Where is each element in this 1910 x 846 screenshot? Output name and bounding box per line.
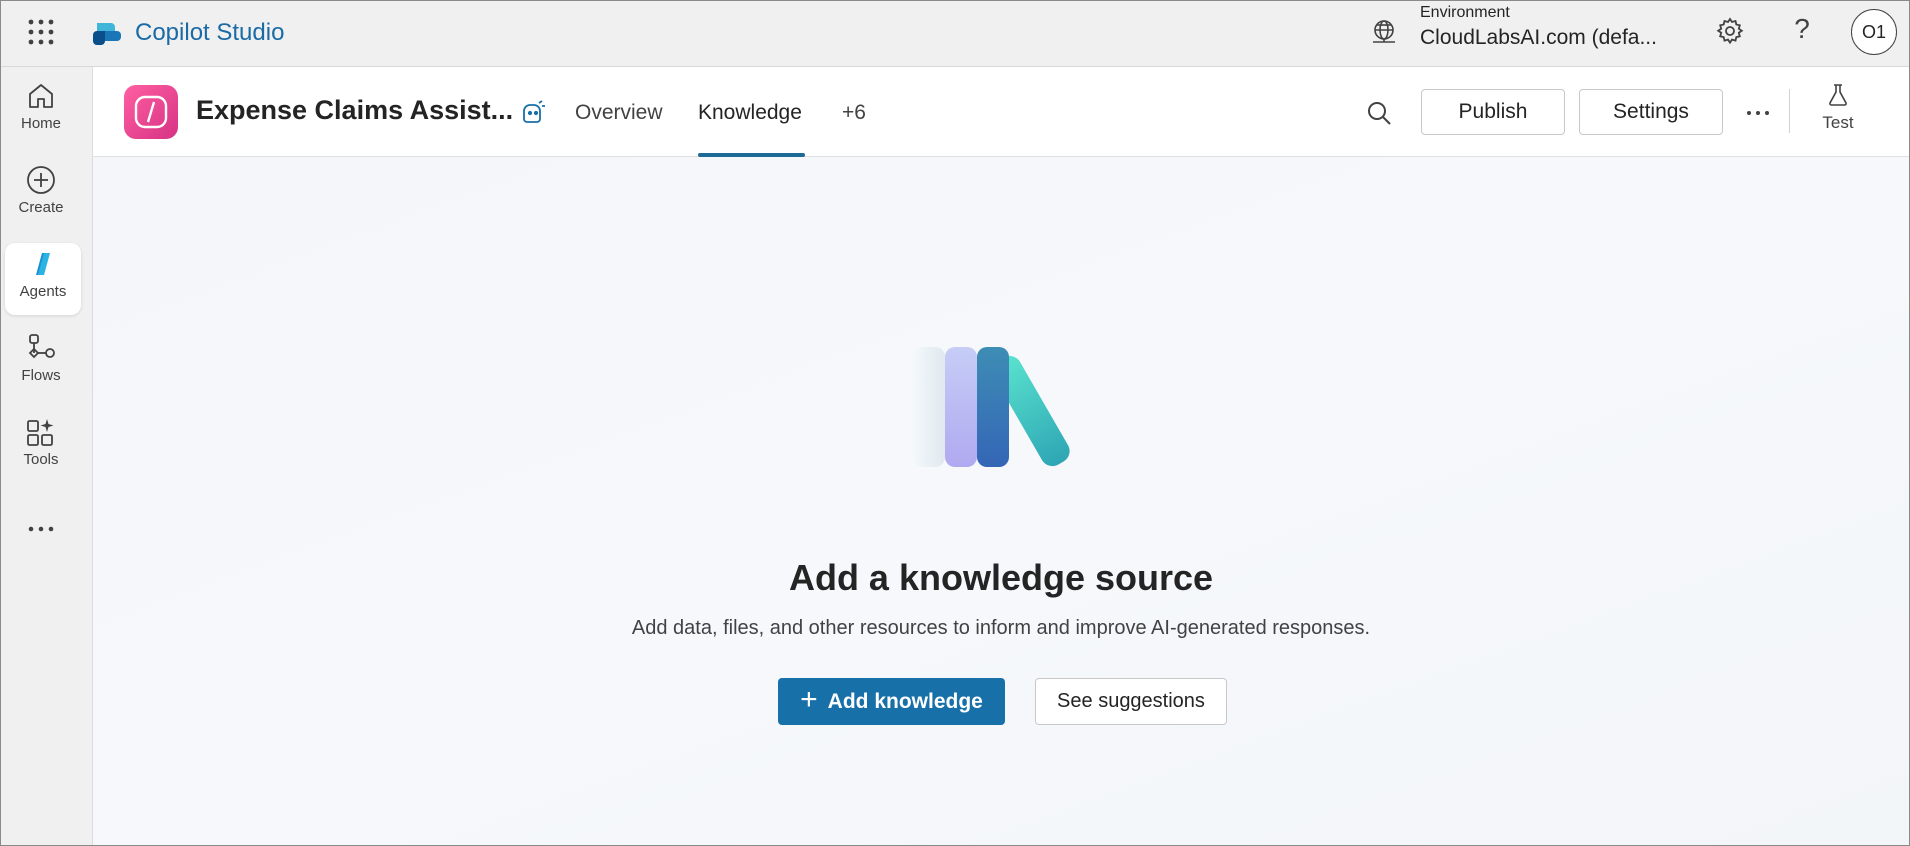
- knowledge-books-illustration: [911, 337, 1111, 487]
- left-navigation: Home Create Agents Flows Tools: [1, 67, 93, 845]
- environment-picker[interactable]: CloudLabsAI.com (defa...: [1420, 26, 1657, 50]
- gear-icon[interactable]: [1715, 16, 1745, 46]
- settings-button[interactable]: Settings: [1579, 89, 1723, 135]
- test-button[interactable]: Test: [1813, 83, 1863, 133]
- publish-button[interactable]: Publish: [1421, 89, 1565, 135]
- nav-label-agents: Agents: [19, 283, 67, 300]
- nav-item-create[interactable]: Create: [1, 163, 81, 235]
- see-suggestions-button[interactable]: See suggestions: [1035, 678, 1227, 725]
- add-circle-icon: [27, 166, 55, 194]
- environment-label: Environment: [1420, 4, 1510, 21]
- copilot-studio-logo: [91, 17, 123, 49]
- more-horizontal-icon[interactable]: [25, 517, 57, 541]
- agent-name[interactable]: Expense Claims Assist...: [196, 95, 513, 126]
- top-bar: Copilot Studio Environment CloudLabsAI.c…: [1, 1, 1909, 67]
- empty-state-subtitle: Add data, files, and other resources to …: [631, 617, 1371, 639]
- more-options-icon[interactable]: [1743, 103, 1773, 123]
- environment-globe-icon[interactable]: [1370, 18, 1398, 46]
- nav-label-tools: Tools: [23, 451, 59, 468]
- agent-header: Expense Claims Assist... Overview Knowle…: [93, 67, 1909, 157]
- agent-avatar-icon: [124, 85, 178, 139]
- nav-label-home: Home: [20, 115, 61, 132]
- home-icon: [29, 84, 53, 108]
- agent-share-icon[interactable]: [519, 99, 547, 127]
- tab-more-overflow[interactable]: +6: [842, 101, 866, 125]
- empty-state-title: Add a knowledge source: [788, 557, 1214, 598]
- tab-overview[interactable]: Overview: [575, 101, 663, 125]
- nav-label-create: Create: [18, 199, 64, 216]
- nav-item-tools[interactable]: Tools: [1, 415, 81, 487]
- tab-knowledge[interactable]: Knowledge: [698, 101, 802, 125]
- agents-icon: [36, 253, 50, 275]
- toolbar-divider: [1789, 89, 1790, 133]
- avatar[interactable]: O1: [1851, 9, 1897, 55]
- add-knowledge-label: Add knowledge: [827, 689, 983, 713]
- nav-item-flows[interactable]: Flows: [1, 331, 81, 403]
- app-launcher-icon[interactable]: [27, 18, 55, 46]
- help-icon[interactable]: ?: [1789, 13, 1815, 45]
- flask-icon: [1829, 84, 1847, 106]
- nav-label-flows: Flows: [21, 367, 61, 384]
- flows-icon: [28, 334, 55, 359]
- nav-item-home[interactable]: Home: [1, 79, 81, 151]
- plus-icon: +: [800, 683, 818, 716]
- add-knowledge-button[interactable]: + Add knowledge: [778, 678, 1005, 725]
- brand-name[interactable]: Copilot Studio: [135, 18, 284, 48]
- knowledge-empty-state: Add a knowledge source Add data, files, …: [93, 157, 1909, 845]
- search-icon[interactable]: [1365, 99, 1393, 127]
- test-label: Test: [1822, 113, 1854, 132]
- tools-icon: [27, 419, 54, 446]
- nav-item-agents[interactable]: Agents: [5, 243, 81, 315]
